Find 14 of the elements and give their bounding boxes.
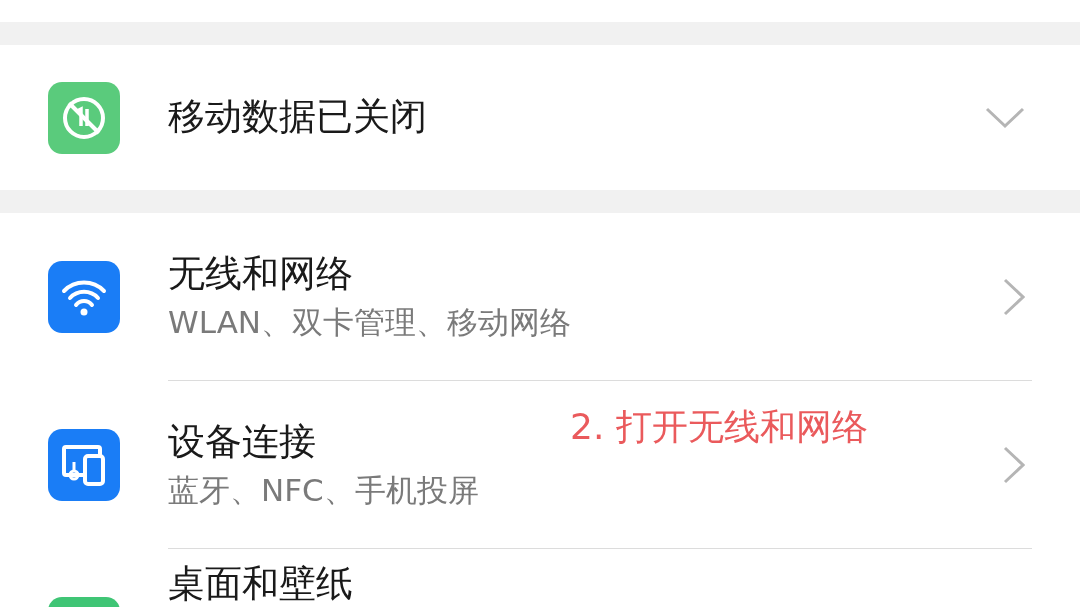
settings-row[interactable]: 无线和网络 WLAN、双卡管理、移动网络 [0,213,1080,381]
row-title: 移动数据已关闭 [168,96,427,139]
row-subtitle: 蓝牙、NFC、手机投屏 [168,471,479,509]
annotation-text: 2. 打开无线和网络 [570,405,868,449]
chevron-right-icon [1003,446,1025,484]
chevron-right-icon [1003,278,1025,316]
row-subtitle: WLAN、双卡管理、移动网络 [168,303,572,341]
row-title: 桌面和壁纸 [168,563,353,606]
mobile-data-off-icon [61,94,107,141]
row-title: 设备连接 [168,421,316,464]
row-title: 无线和网络 [168,253,353,296]
settings-row[interactable]: 桌面和壁纸 [0,549,1080,607]
devices-icon [61,442,107,488]
settings-row[interactable]: 移动数据已关闭 [0,45,1080,190]
